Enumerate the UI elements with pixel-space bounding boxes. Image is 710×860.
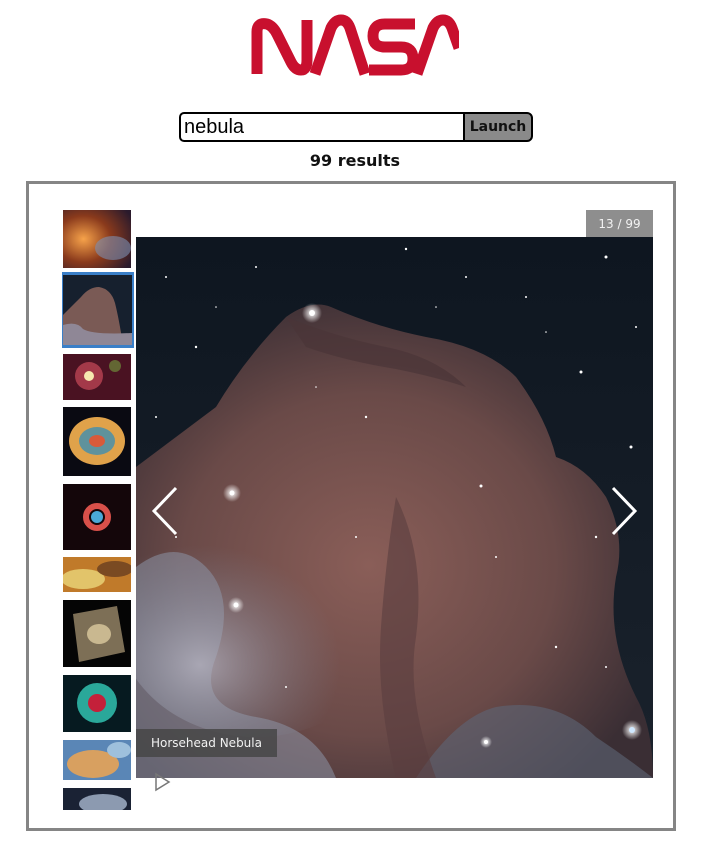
thumbnail-item[interactable] — [63, 788, 131, 810]
image-gallery: 13 / 99 Horsehead Nebula — [26, 181, 676, 831]
results-count: 99 results — [309, 151, 401, 170]
planetary-nebula-thumbnail-icon — [63, 600, 131, 667]
chevron-right-icon — [611, 486, 638, 536]
image-counter: 13 / 99 — [586, 210, 653, 237]
play-button[interactable] — [153, 772, 171, 792]
nebula-thumbnail-icon — [63, 210, 131, 268]
crab-nebula-thumbnail-icon — [63, 407, 131, 476]
chevron-left-icon — [151, 486, 178, 536]
thumbnail-strip[interactable] — [62, 210, 134, 810]
thumbnail-item[interactable] — [63, 354, 131, 400]
nasa-logo — [249, 14, 465, 80]
thumbnail-item[interactable] — [63, 600, 131, 667]
helix-nebula-thumbnail-icon — [63, 675, 131, 732]
play-icon — [155, 772, 171, 792]
next-button[interactable] — [607, 484, 639, 538]
thumbnail-item[interactable] — [63, 210, 131, 268]
search-input[interactable] — [179, 112, 463, 142]
thumbnail-item[interactable] — [63, 484, 131, 550]
ring-nebula-thumbnail-icon — [63, 484, 131, 550]
thumbnail-item-active[interactable] — [62, 272, 134, 348]
gas-cloud-thumbnail-icon — [62, 557, 133, 592]
thumbnail-item[interactable] — [63, 407, 131, 476]
thumbnail-item[interactable] — [62, 557, 133, 592]
search-bar: Launch — [179, 112, 533, 142]
pillars-thumbnail-icon — [63, 740, 131, 780]
horsehead-nebula-image-icon — [136, 237, 653, 778]
dust-cloud-thumbnail-icon — [63, 788, 131, 810]
launch-button[interactable]: Launch — [463, 112, 533, 142]
main-image — [136, 237, 653, 778]
image-caption: Horsehead Nebula — [136, 729, 277, 757]
thumbnail-item[interactable] — [63, 675, 131, 732]
horsehead-nebula-thumbnail-icon — [63, 275, 132, 345]
prev-button[interactable] — [150, 484, 182, 538]
thumbnail-item[interactable] — [63, 740, 131, 780]
star-cluster-thumbnail-icon — [63, 354, 131, 400]
nasa-worm-logo-icon — [251, 14, 465, 76]
